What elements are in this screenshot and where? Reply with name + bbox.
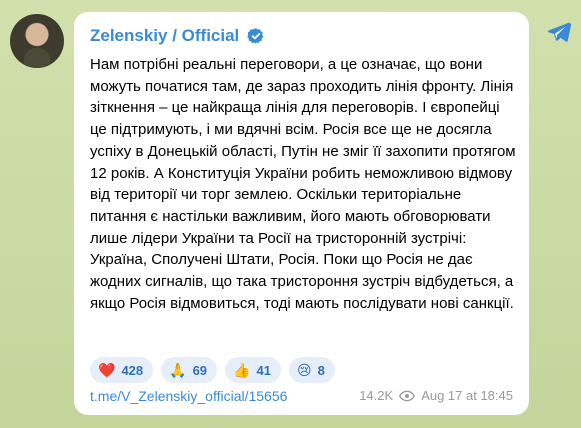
eye-icon (399, 390, 416, 401)
timestamp: Aug 17 at 18:45 (421, 388, 513, 403)
heart-icon: ❤️ (98, 361, 116, 378)
cry-icon: 😢 (296, 361, 312, 378)
thumbs-up-icon: 👍 (233, 361, 251, 378)
channel-name[interactable]: Zelenskiy / Official (90, 26, 239, 46)
pray-icon: 🙏 (169, 361, 187, 378)
reaction-heart[interactable]: ❤️ 428 (90, 357, 154, 383)
reaction-count: 41 (256, 362, 271, 378)
reaction-pray[interactable]: 🙏 69 (161, 357, 218, 383)
message-bubble: Zelenskiy / Official Нам потрібні реальн… (74, 12, 529, 415)
message-meta: 14.2K Aug 17 at 18:45 (359, 388, 513, 403)
telegram-plane-icon (548, 22, 572, 42)
message-text: Нам потрібні реальні переговори, а це оз… (90, 56, 516, 312)
reactions-bar: ❤️ 428 🙏 69 👍 41 😢 8 (90, 357, 335, 383)
reaction-count: 69 (192, 362, 208, 378)
verified-badge-icon (247, 28, 264, 44)
channel-avatar[interactable] (10, 14, 64, 68)
reaction-count: 428 (121, 362, 144, 378)
reaction-cry[interactable]: 😢 8 (288, 357, 335, 383)
message-header: Zelenskiy / Official (90, 26, 265, 46)
reaction-count: 8 (317, 362, 325, 378)
share-button[interactable] (541, 14, 577, 50)
post-link[interactable]: t.me/V_Zelenskiy_official/15656 (90, 388, 287, 404)
view-count: 14.2K (359, 388, 394, 403)
reaction-thumbs-up[interactable]: 👍 41 (225, 357, 281, 383)
